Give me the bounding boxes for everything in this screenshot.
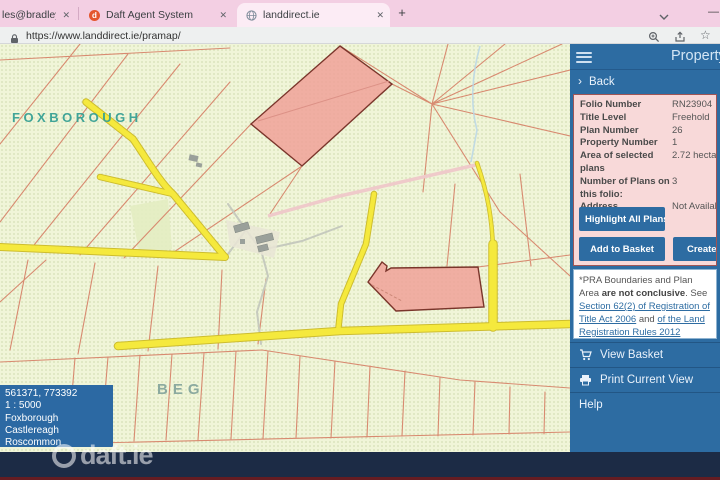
globe-favicon bbox=[246, 10, 257, 21]
view-basket-label: View Basket bbox=[600, 349, 663, 361]
close-tab-icon[interactable]: ✕ bbox=[56, 10, 76, 21]
detail-label: Property Number bbox=[580, 137, 672, 150]
note-text-bold: are not conclusive bbox=[602, 288, 685, 299]
tab-separator bbox=[78, 7, 79, 20]
address-input[interactable]: https://www.landdirect.ie/pramap/ bbox=[26, 30, 181, 42]
highlighted-parcel-lower[interactable] bbox=[368, 262, 484, 311]
url-bar: https://www.landdirect.ie/pramap/ ☆ bbox=[0, 27, 720, 44]
townland-label-beg: BEG bbox=[157, 381, 205, 398]
highlight-all-plans-button[interactable]: Highlight All Plans bbox=[579, 207, 665, 231]
windows-taskbar: X W bbox=[0, 452, 720, 477]
highlighted-parcel-upper[interactable] bbox=[251, 46, 392, 166]
bookmark-star-icon[interactable]: ☆ bbox=[700, 28, 711, 42]
detail-value: Freehold bbox=[672, 112, 716, 125]
detail-value: Not Available bbox=[672, 201, 716, 214]
tab-title: les@bradleyhomes.i bbox=[0, 9, 56, 21]
map-county: Roscommon bbox=[5, 437, 113, 449]
view-basket-item[interactable]: View Basket bbox=[570, 342, 720, 367]
basket-cart-icon bbox=[579, 349, 592, 361]
pra-boundaries-note: *PRA Boundaries and Plan Area are not co… bbox=[573, 269, 717, 339]
help-item[interactable]: Help bbox=[570, 392, 720, 416]
sidebar-title: Property bbox=[671, 48, 720, 64]
map-scale: 1 : 5000 bbox=[5, 400, 113, 412]
printer-icon bbox=[579, 374, 592, 386]
new-tab-button[interactable]: + bbox=[394, 5, 410, 21]
detail-label: Area of selected plans bbox=[580, 150, 672, 176]
back-label: Back bbox=[589, 76, 615, 88]
map-coordinates: 561371, 773392 bbox=[5, 388, 113, 400]
detail-value: RN23904 bbox=[672, 99, 716, 112]
back-chevron-icon: › bbox=[578, 74, 582, 88]
green-tinted-parcel bbox=[130, 199, 172, 256]
tab-bradleyhomes[interactable]: les@bradleyhomes.i ✕ bbox=[0, 3, 76, 27]
stream-line bbox=[471, 46, 480, 162]
land-registry-map[interactable]: FOXBOROUGH BEG 561371, 773392 1 : 5000 F… bbox=[0, 44, 570, 452]
screen: les@bradleyhomes.i ✕ d Daft Agent System… bbox=[0, 0, 720, 480]
print-current-view-label: Print Current View bbox=[600, 374, 693, 386]
tab-search-chevron-icon[interactable] bbox=[658, 8, 670, 26]
detail-row: Title LevelFreehold bbox=[580, 112, 716, 125]
create-button[interactable]: Create bbox=[673, 237, 717, 261]
sidebar-header: Property bbox=[570, 44, 720, 69]
menu-hamburger-icon[interactable] bbox=[576, 49, 592, 65]
tab-daft-agent-system[interactable]: d Daft Agent System ✕ bbox=[80, 3, 233, 27]
detail-label: Number of Plans on this folio: bbox=[580, 176, 672, 202]
detail-row: Property Number1 bbox=[580, 137, 716, 150]
detail-value: 1 bbox=[672, 137, 716, 150]
tab-title: landdirect.ie bbox=[263, 9, 320, 21]
map-info-box: 561371, 773392 1 : 5000 Foxborough Castl… bbox=[0, 385, 113, 447]
detail-value: 3 bbox=[672, 176, 716, 202]
add-to-basket-button[interactable]: Add to Basket bbox=[579, 237, 665, 261]
property-sidebar: Property › Back Folio NumberRN23904 Title… bbox=[570, 44, 720, 452]
close-tab-icon[interactable]: ✕ bbox=[213, 10, 233, 21]
print-current-view-item[interactable]: Print Current View bbox=[570, 367, 720, 392]
map-barony: Castlereagh bbox=[5, 425, 113, 437]
tab-landdirect[interactable]: landdirect.ie ✕ bbox=[237, 3, 390, 27]
help-label: Help bbox=[579, 399, 603, 411]
close-tab-icon[interactable]: ✕ bbox=[370, 10, 390, 21]
detail-row: Area of selected plans2.72 hectares bbox=[580, 150, 716, 176]
detail-value: 26 bbox=[672, 125, 716, 138]
detail-label: Folio Number bbox=[580, 99, 672, 112]
property-details-panel: Folio NumberRN23904 Title LevelFreehold … bbox=[573, 94, 717, 266]
detail-label: Plan Number bbox=[580, 125, 672, 138]
note-text: . See bbox=[685, 288, 707, 299]
back-button[interactable]: › Back bbox=[570, 69, 720, 93]
detail-label: Title Level bbox=[580, 112, 672, 125]
detail-value: 2.72 hectares bbox=[672, 150, 716, 176]
note-text: and bbox=[636, 314, 657, 325]
map-townland: Foxborough bbox=[5, 413, 113, 425]
detail-row: Number of Plans on this folio:3 bbox=[580, 176, 716, 202]
minimize-button[interactable]: — bbox=[708, 6, 719, 18]
browser-tab-strip: les@bradleyhomes.i ✕ d Daft Agent System… bbox=[0, 0, 720, 27]
detail-row: Plan Number26 bbox=[580, 125, 716, 138]
detail-row: Folio NumberRN23904 bbox=[580, 99, 716, 112]
townland-label-foxborough: FOXBOROUGH bbox=[12, 110, 142, 125]
daft-favicon: d bbox=[89, 10, 100, 21]
tab-title: Daft Agent System bbox=[106, 9, 193, 21]
buildings bbox=[188, 154, 280, 258]
